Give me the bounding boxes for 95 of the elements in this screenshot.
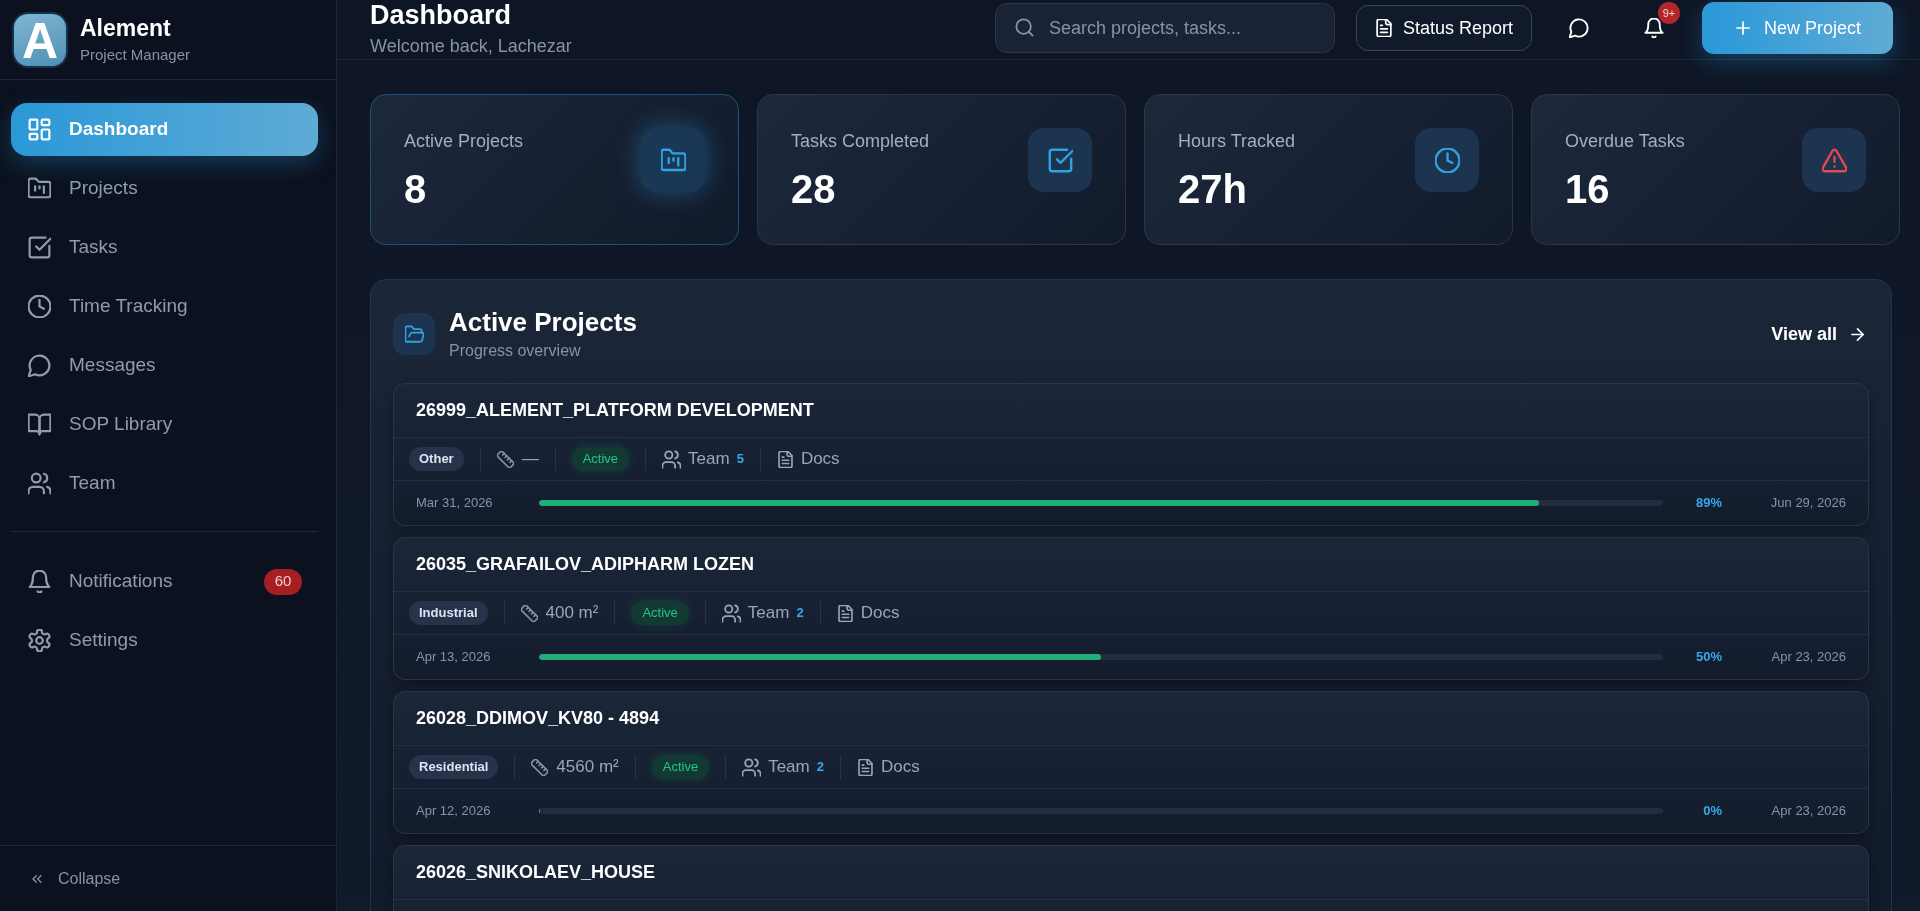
app-logo: A — [14, 13, 66, 66]
status-report-button[interactable]: Status Report — [1355, 5, 1532, 51]
ruler-icon — [531, 758, 549, 776]
status-tag: Active — [571, 447, 630, 471]
area-value: 400 m² — [545, 602, 599, 625]
start-date: Apr 13, 2026 — [416, 648, 492, 667]
team-count: 2 — [816, 758, 824, 777]
sidebar-nav-item[interactable]: Team — [11, 457, 318, 510]
panel-subtitle: Progress overview — [449, 341, 582, 361]
welcome-text: Welcome back, Lachezar — [370, 35, 572, 57]
project-card[interactable]: 26999_ALEMENT_PLATFORM DEVELOPMENT Other — Active Team 5 Docs Mar 31, 2026 89% Jun 29, 2026 — [393, 383, 1869, 526]
team-count: 5 — [736, 450, 744, 469]
notifications-button[interactable] — [1643, 17, 1665, 39]
status-tag: Active — [631, 601, 689, 625]
stat-value: 28 — [791, 167, 837, 211]
search-field[interactable]: Search projects, tasks... — [994, 3, 1335, 53]
book-icon — [28, 413, 51, 436]
panel-title: Active Projects — [449, 306, 637, 338]
ruler-icon — [496, 450, 514, 468]
project-card[interactable]: 26026_SNIKOLAEV_HOUSE — [393, 845, 1869, 911]
sidebar-nav-item[interactable]: Settings — [11, 614, 318, 667]
start-date: Apr 12, 2026 — [416, 802, 492, 821]
folder-chart-icon — [28, 177, 51, 200]
notification-count-badge: 60 — [264, 568, 302, 595]
messages-button[interactable] — [1568, 17, 1590, 39]
settings-icon — [28, 629, 51, 652]
team-count: 2 — [796, 604, 804, 623]
project-name: 26028_DDIMOV_KV80 - 4894 — [416, 707, 660, 730]
team-button[interactable]: Team 5 — [662, 446, 744, 472]
plus-icon — [1734, 19, 1752, 37]
project-card[interactable]: 26028_DDIMOV_KV80 - 4894 Residential 4560 m² Active Team 2 Docs Apr 12, 2026 0% Apr 23, 2026 — [393, 691, 1869, 834]
brand-subtitle: Project Manager — [80, 45, 191, 65]
category-tag: Residential — [409, 755, 499, 779]
brand-title: Alement — [80, 14, 172, 42]
docs-button[interactable]: Docs — [836, 600, 900, 626]
bell-icon — [28, 570, 51, 593]
users-icon — [742, 757, 762, 777]
area-value: 4560 m² — [556, 756, 619, 779]
start-date: Mar 31, 2026 — [416, 494, 494, 513]
end-date: Jun 29, 2026 — [1769, 494, 1846, 513]
project-card[interactable]: 26035_GRAFAILOV_ADIPHARM LOZEN Industrial 400 m² Active Team 2 Docs Apr 13, 2026 50% Apr 23, 2026 — [393, 537, 1869, 680]
docs-button[interactable]: Docs — [856, 754, 920, 780]
checkbox-icon — [1028, 128, 1092, 192]
document-icon — [1374, 19, 1393, 37]
progress-percent: 89% — [1694, 494, 1722, 513]
status-tag: Active — [651, 755, 710, 779]
stat-value: 8 — [404, 167, 428, 211]
users-icon — [28, 472, 51, 495]
chat-bubble-icon — [1569, 18, 1589, 38]
page-title: Dashboard — [370, 0, 513, 30]
sidebar-nav-item[interactable]: Messages — [11, 339, 318, 392]
arrow-right-icon — [1849, 325, 1866, 343]
project-name: 26026_SNIKOLAEV_HOUSE — [416, 861, 656, 884]
team-button[interactable]: Team 2 — [742, 754, 824, 780]
stat-label: Overdue Tasks — [1565, 130, 1686, 153]
sidebar-nav-item[interactable]: Projects — [11, 162, 318, 215]
stat-label: Hours Tracked — [1178, 130, 1297, 153]
clock-icon — [1415, 128, 1479, 192]
category-tag: Other — [409, 447, 464, 471]
docs-button[interactable]: Docs — [776, 446, 840, 472]
progress-percent: 0% — [1702, 802, 1722, 821]
stat-value: 27h — [1178, 167, 1248, 211]
stat-label: Active Projects — [404, 130, 525, 153]
area-value: — — [521, 448, 539, 471]
view-all-link[interactable]: View all — [1771, 320, 1866, 348]
sidebar-nav-item[interactable]: Time Tracking — [11, 280, 318, 333]
chat-bubble-icon — [28, 354, 51, 377]
sidebar-nav-item[interactable]: Notifications 60 — [11, 555, 318, 608]
users-icon — [721, 603, 741, 623]
category-tag: Industrial — [409, 601, 488, 625]
checkbox-icon — [28, 236, 51, 259]
bell-icon — [1644, 18, 1664, 38]
document-icon — [856, 758, 874, 776]
project-name: 26035_GRAFAILOV_ADIPHARM LOZEN — [416, 553, 755, 576]
document-icon — [776, 450, 794, 468]
notification-badge: 9+ — [1658, 2, 1680, 24]
grid-icon — [28, 118, 51, 141]
end-date: Apr 23, 2026 — [1770, 802, 1846, 821]
stat-value: 16 — [1565, 167, 1611, 211]
warning-icon — [1802, 128, 1866, 192]
folder-chart-icon — [641, 128, 705, 192]
search-icon — [1014, 18, 1034, 37]
folder-icon — [393, 313, 435, 355]
end-date: Apr 23, 2026 — [1770, 648, 1846, 667]
users-icon — [662, 449, 682, 469]
stat-label: Tasks Completed — [791, 130, 931, 153]
team-button[interactable]: Team 2 — [721, 600, 804, 626]
project-name: 26999_ALEMENT_PLATFORM DEVELOPMENT — [416, 399, 814, 422]
progress-percent: 50% — [1694, 648, 1722, 667]
document-icon — [836, 604, 854, 622]
clock-icon — [28, 295, 51, 318]
ruler-icon — [520, 604, 538, 622]
collapse-button[interactable]: Collapse — [30, 866, 121, 891]
sidebar-nav-item[interactable]: SOP Library — [11, 398, 318, 451]
sidebar-nav-item[interactable]: Tasks — [11, 221, 318, 274]
